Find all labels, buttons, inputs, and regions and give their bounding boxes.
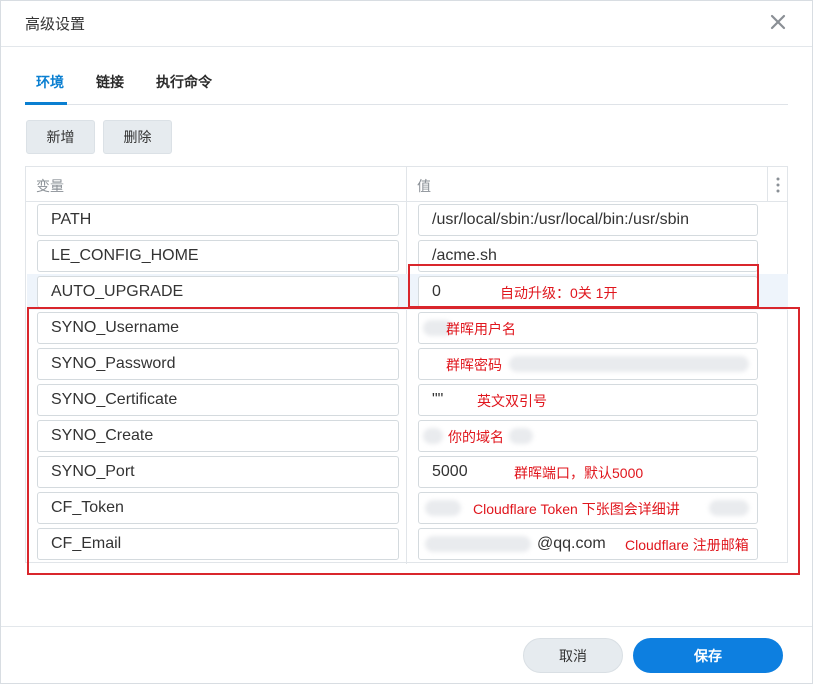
cancel-button[interactable]: 取消	[523, 638, 623, 673]
variable-field[interactable]: LE_CONFIG_HOME	[37, 240, 399, 272]
delete-button[interactable]: 删除	[103, 120, 172, 154]
value-text: 0	[432, 283, 441, 300]
tab-bar: 环境 链接 执行命令	[25, 61, 788, 105]
footer-divider	[1, 626, 812, 627]
tab-environment[interactable]: 环境	[36, 72, 64, 92]
value-text: ""	[432, 391, 444, 408]
redacted-value	[423, 428, 443, 444]
active-tab-indicator	[25, 102, 67, 105]
variable-field[interactable]: SYNO_Port	[37, 456, 399, 488]
column-header-value[interactable]: 值	[417, 176, 431, 196]
annotation-note: 群晖用户名	[446, 321, 516, 337]
table-row[interactable]: SYNO_Certificate "" 英文双引号	[27, 382, 788, 418]
table-row-selected[interactable]: AUTO_UPGRADE 0 自动升级：0关 1开	[27, 274, 788, 310]
annotation-note: Cloudflare 注册邮箱	[625, 537, 749, 553]
redacted-value	[509, 428, 533, 444]
tab-links[interactable]: 链接	[96, 72, 124, 92]
table-row[interactable]: SYNO_Create 你的域名	[27, 418, 788, 454]
table-row[interactable]: SYNO_Password 群晖密码	[27, 346, 788, 382]
dialog-header: 高级设置	[1, 1, 812, 47]
tab-execute-command[interactable]: 执行命令	[156, 72, 212, 92]
annotation-note: 你的域名	[448, 429, 504, 445]
column-divider	[767, 167, 768, 202]
redacted-value	[509, 356, 749, 372]
variable-field[interactable]: SYNO_Create	[37, 420, 399, 452]
redacted-value	[425, 536, 531, 552]
table-row[interactable]: CF_Email @qq.com Cloudflare 注册邮箱	[27, 526, 788, 562]
redacted-value	[425, 500, 461, 516]
advanced-settings-dialog: 高级设置 环境 链接 执行命令 新增 删除 变量 值 PATH /usr/loc…	[0, 0, 813, 684]
value-field[interactable]: /acme.sh	[418, 240, 758, 272]
annotation-note: Cloudflare Token 下张图会详细讲	[473, 501, 680, 517]
value-field[interactable]: ""	[418, 384, 758, 416]
value-text: @qq.com	[537, 535, 606, 552]
table-row[interactable]: SYNO_Username 群晖用户名	[27, 310, 788, 346]
table-row[interactable]: CF_Token Cloudflare Token 下张图会详细讲	[27, 490, 788, 526]
variable-field[interactable]: CF_Token	[37, 492, 399, 524]
variable-field[interactable]: AUTO_UPGRADE	[37, 276, 399, 308]
annotation-note: 群晖密码	[446, 357, 502, 373]
table-row[interactable]: SYNO_Port 5000 群晖端口，默认5000	[27, 454, 788, 490]
more-vertical-icon[interactable]	[770, 176, 786, 194]
variable-field[interactable]: SYNO_Username	[37, 312, 399, 344]
annotation-note: 自动升级：0关 1开	[500, 285, 618, 301]
add-button[interactable]: 新增	[26, 120, 95, 154]
environment-table: 变量 值 PATH /usr/local/sbin:/usr/local/bin…	[25, 166, 788, 564]
value-field[interactable]: /usr/local/sbin:/usr/local/bin:/usr/sbin	[418, 204, 758, 236]
table-row[interactable]: LE_CONFIG_HOME /acme.sh	[27, 238, 788, 274]
column-header-variable[interactable]: 变量	[36, 176, 64, 196]
dialog-title: 高级设置	[25, 16, 86, 33]
variable-field[interactable]: SYNO_Password	[37, 348, 399, 380]
variable-field[interactable]: CF_Email	[37, 528, 399, 560]
table-row[interactable]: PATH /usr/local/sbin:/usr/local/bin:/usr…	[27, 202, 788, 238]
save-button[interactable]: 保存	[633, 638, 783, 673]
variable-field[interactable]: PATH	[37, 204, 399, 236]
annotation-note: 群晖端口，默认5000	[514, 465, 644, 481]
value-text: 5000	[432, 463, 468, 480]
annotation-note: 英文双引号	[477, 393, 547, 409]
table-header: 变量 值	[26, 167, 787, 564]
redacted-value	[709, 500, 749, 516]
close-icon[interactable]	[767, 11, 789, 33]
variable-field[interactable]: SYNO_Certificate	[37, 384, 399, 416]
